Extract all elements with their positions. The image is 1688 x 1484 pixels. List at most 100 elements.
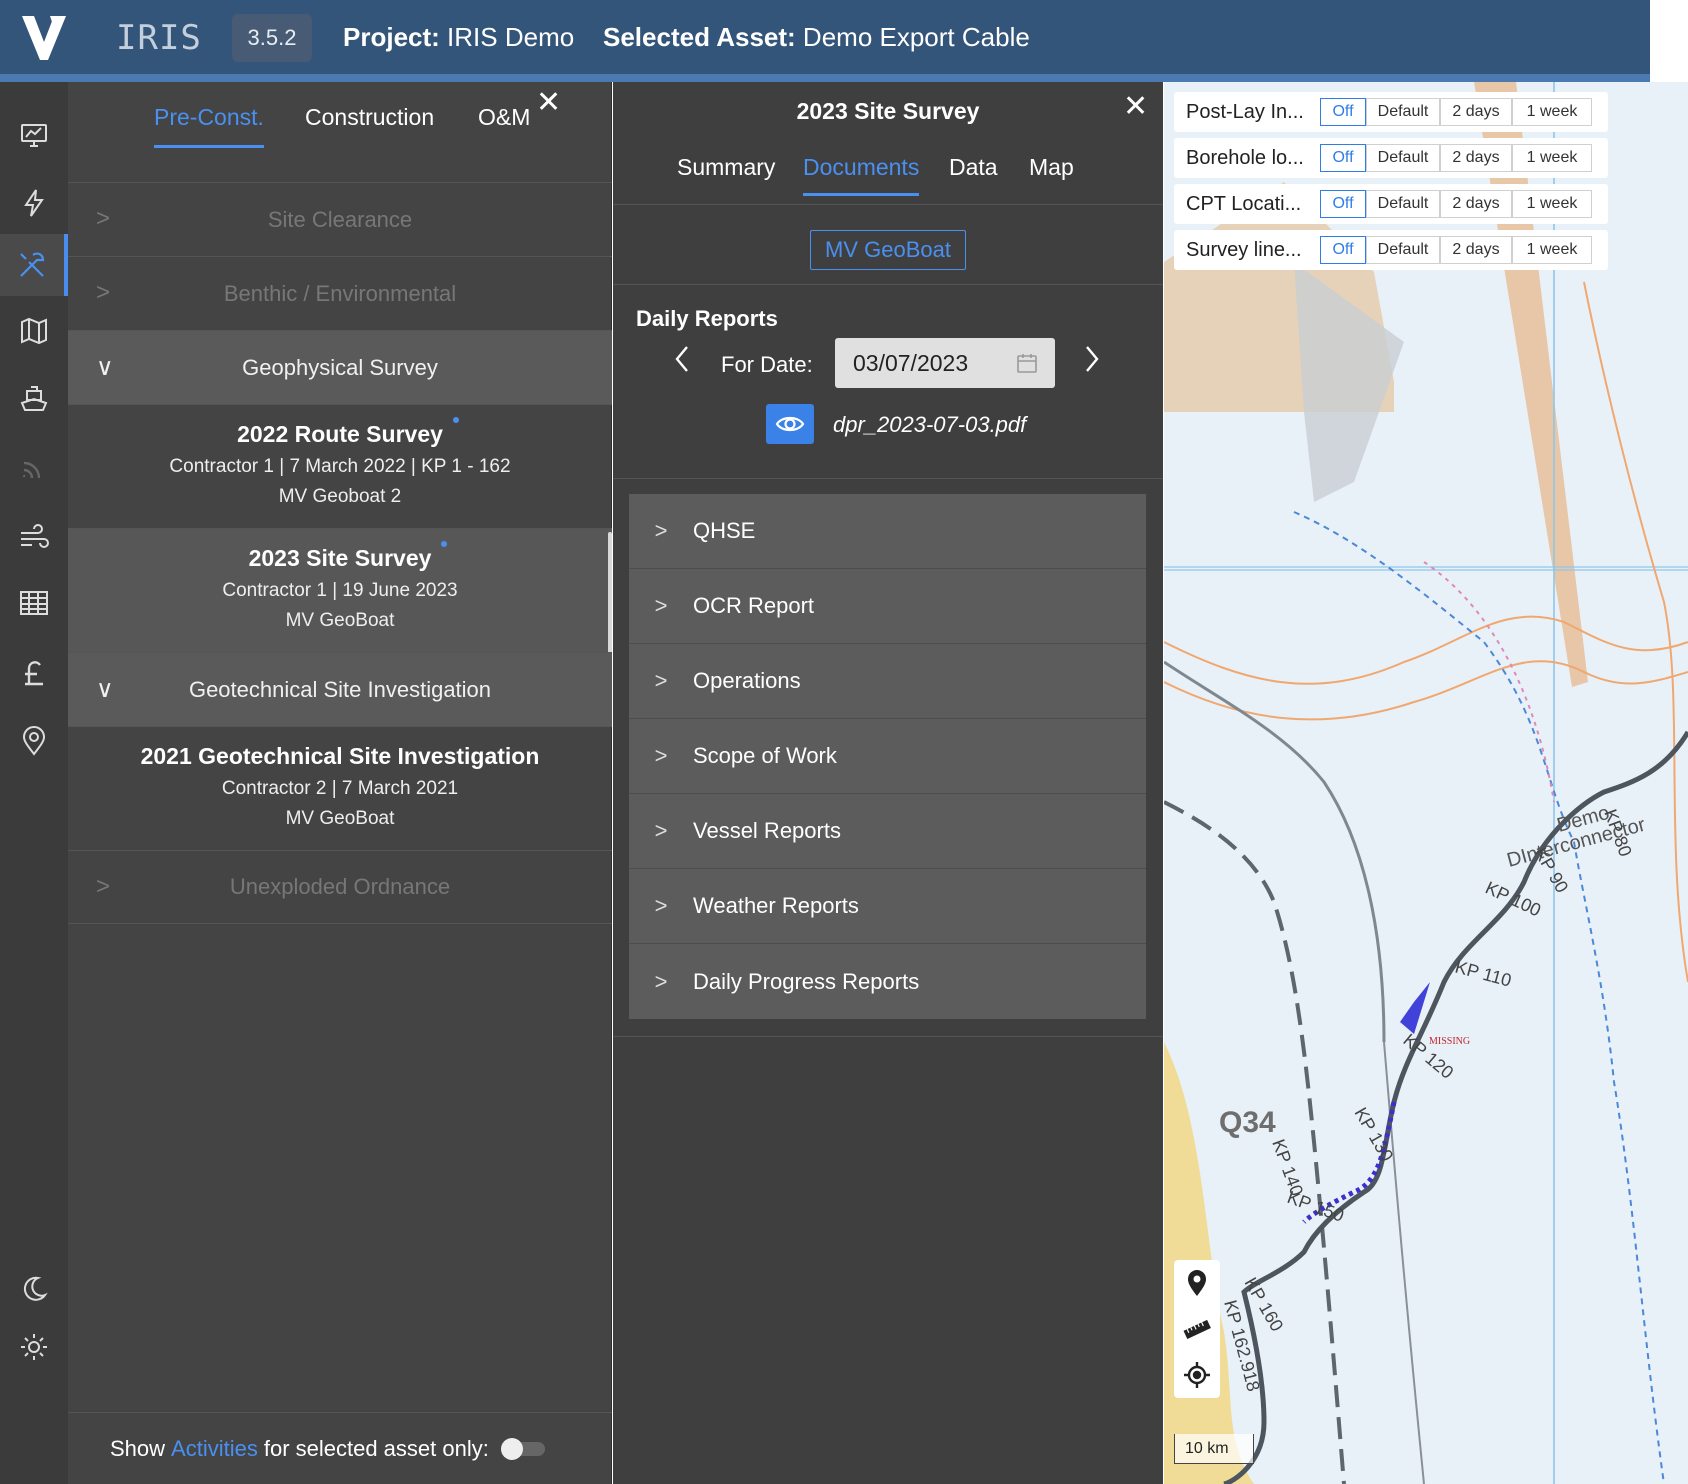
section-site-clearance[interactable]: > Site Clearance	[68, 182, 612, 256]
tab-construction[interactable]: Construction	[305, 104, 434, 145]
date-value: 03/07/2023	[853, 349, 969, 376]
close-icon[interactable]: ✕	[536, 88, 561, 118]
layer-option-off[interactable]: Off	[1320, 190, 1366, 218]
activities-panel: Pre-Const. Construction O&M ✕ > Site Cle…	[68, 82, 612, 1484]
layer-option-default[interactable]: Default	[1366, 144, 1440, 172]
divider	[613, 284, 1163, 285]
section-geotechnical-site-investigation[interactable]: ∨ Geotechnical Site Investigation	[68, 652, 612, 726]
crosshair-icon[interactable]	[1174, 1352, 1220, 1398]
layer-option-1-week[interactable]: 1 week	[1512, 98, 1592, 126]
for-date-label: For Date:	[721, 352, 813, 377]
section-geophysical-survey[interactable]: ∨ Geophysical Survey	[68, 330, 612, 404]
project-value: IRIS Demo	[447, 22, 575, 52]
tab-om[interactable]: O&M	[478, 104, 530, 145]
document-categories: > QHSE > OCR Report > Operations > Scope of …	[629, 494, 1146, 1019]
doc-category-vessel-reports[interactable]: > Vessel Reports	[629, 794, 1146, 869]
app-logo[interactable]	[20, 12, 68, 62]
previous-date-button[interactable]	[673, 344, 691, 383]
divider	[613, 478, 1163, 479]
survey-vessel: MV Geoboat 2	[278, 486, 402, 507]
pdf-filename[interactable]: dpr_2023-07-03.pdf	[833, 412, 1026, 438]
layer-name: Borehole lo...	[1186, 146, 1304, 169]
pound-icon[interactable]	[0, 642, 68, 704]
unread-dot	[452, 417, 459, 423]
date-input[interactable]: 03/07/2023	[835, 338, 1055, 388]
lightning-icon[interactable]	[0, 172, 68, 234]
tab-pre-construction[interactable]: Pre-Const.	[154, 104, 264, 148]
location-pin-icon[interactable]	[0, 710, 68, 772]
map-toolbar	[1174, 1260, 1220, 1398]
table-icon[interactable]	[0, 572, 68, 634]
chevron-down-icon: ∨	[96, 354, 114, 381]
close-icon[interactable]: ✕	[1123, 92, 1148, 122]
layer-option-off[interactable]: Off	[1320, 98, 1366, 126]
section-label: Site Clearance	[267, 206, 413, 232]
signal-icon[interactable]	[0, 436, 68, 498]
layer-option-1-week[interactable]: 1 week	[1512, 190, 1592, 218]
next-date-button[interactable]	[1083, 344, 1101, 383]
pin-icon[interactable]	[1174, 1260, 1220, 1306]
doc-category-ocr-report[interactable]: > OCR Report	[629, 569, 1146, 644]
layer-option-default[interactable]: Default	[1366, 98, 1440, 126]
layer-option-off[interactable]: Off	[1320, 144, 1366, 172]
section-unexploded-ordnance[interactable]: > Unexploded Ordnance	[68, 850, 612, 924]
layer-row-borehole: Borehole lo... Off Default 2 days 1 week	[1174, 138, 1608, 178]
calendar-icon[interactable]	[1015, 351, 1039, 375]
doc-category-label: Operations	[693, 668, 801, 693]
selected-asset-toggle[interactable]	[500, 1437, 545, 1460]
doc-category-label: OCR Report	[693, 593, 815, 618]
doc-category-operations[interactable]: > Operations	[629, 644, 1146, 719]
asset-info: Selected Asset: Demo Export Cable	[603, 22, 1030, 53]
chevron-right-icon: >	[654, 818, 668, 843]
layer-name: Survey line...	[1186, 238, 1302, 261]
tab-documents[interactable]: Documents	[803, 154, 920, 196]
view-pdf-button[interactable]	[766, 404, 814, 444]
doc-category-weather-reports[interactable]: > Weather Reports	[629, 869, 1146, 944]
survey-item-2022-route[interactable]: 2022 Route Survey Contractor 1 | 7 March…	[68, 404, 612, 528]
divider	[613, 1036, 1163, 1037]
doc-category-label: Daily Progress Reports	[693, 968, 920, 994]
tools-icon[interactable]	[0, 234, 68, 296]
section-label: Geotechnical Site Investigation	[188, 676, 492, 702]
layer-option-2-days[interactable]: 2 days	[1440, 236, 1512, 264]
ruler-icon[interactable]	[1174, 1306, 1220, 1352]
chevron-right-icon	[1086, 346, 1099, 372]
doc-category-label: Scope of Work	[693, 743, 837, 768]
doc-category-daily-progress-reports[interactable]: > Daily Progress Reports	[629, 944, 1146, 1019]
activities-link[interactable]: Activities	[171, 1436, 258, 1462]
layer-option-2-days[interactable]: 2 days	[1440, 190, 1512, 218]
vessel-icon[interactable]	[0, 368, 68, 430]
survey-item-2023-site[interactable]: 2023 Site Survey Contractor 1 | 19 June …	[68, 528, 612, 652]
chevron-right-icon: >	[654, 668, 668, 693]
doc-category-qhse[interactable]: > QHSE	[629, 494, 1146, 569]
gear-icon[interactable]	[0, 1316, 68, 1378]
doc-category-scope-of-work[interactable]: > Scope of Work	[629, 719, 1146, 794]
icon-rail	[0, 82, 68, 1484]
layer-option-2-days[interactable]: 2 days	[1440, 144, 1512, 172]
layer-option-default[interactable]: Default	[1366, 190, 1440, 218]
layer-option-1-week[interactable]: 1 week	[1512, 144, 1592, 172]
chevron-right-icon: >	[96, 279, 111, 306]
section-benthic-environmental[interactable]: > Benthic / Environmental	[68, 256, 612, 330]
scrollbar[interactable]	[608, 532, 612, 656]
moon-icon[interactable]	[0, 1258, 68, 1320]
map-icon[interactable]	[0, 300, 68, 362]
monitor-chart-icon[interactable]	[0, 104, 68, 166]
tab-map[interactable]: Map	[1029, 154, 1074, 193]
map-scale: 10 km	[1174, 1434, 1254, 1464]
vessel-filter-button[interactable]: MV GeoBoat	[810, 230, 966, 270]
tab-data[interactable]: Data	[949, 154, 998, 193]
layer-option-1-week[interactable]: 1 week	[1512, 236, 1592, 264]
map-view[interactable]: Q34 Demo DInterconnector MISSING KP 80 K…	[1164, 82, 1688, 1484]
survey-item-2021-geotechnical[interactable]: 2021 Geotechnical Site Investigation Con…	[68, 726, 612, 850]
tab-summary[interactable]: Summary	[677, 154, 775, 193]
layer-option-off[interactable]: Off	[1320, 236, 1366, 264]
layer-option-default[interactable]: Default	[1366, 236, 1440, 264]
survey-detail-panel: 2023 Site Survey ✕ Summary Documents Dat…	[613, 82, 1163, 1484]
chevron-right-icon: >	[654, 743, 668, 768]
wind-icon[interactable]	[0, 506, 68, 568]
survey-vessel: MV GeoBoat	[285, 808, 395, 829]
chevron-right-icon: >	[654, 968, 668, 994]
map-area-label: Q34	[1219, 1106, 1276, 1139]
layer-option-2-days[interactable]: 2 days	[1440, 98, 1512, 126]
